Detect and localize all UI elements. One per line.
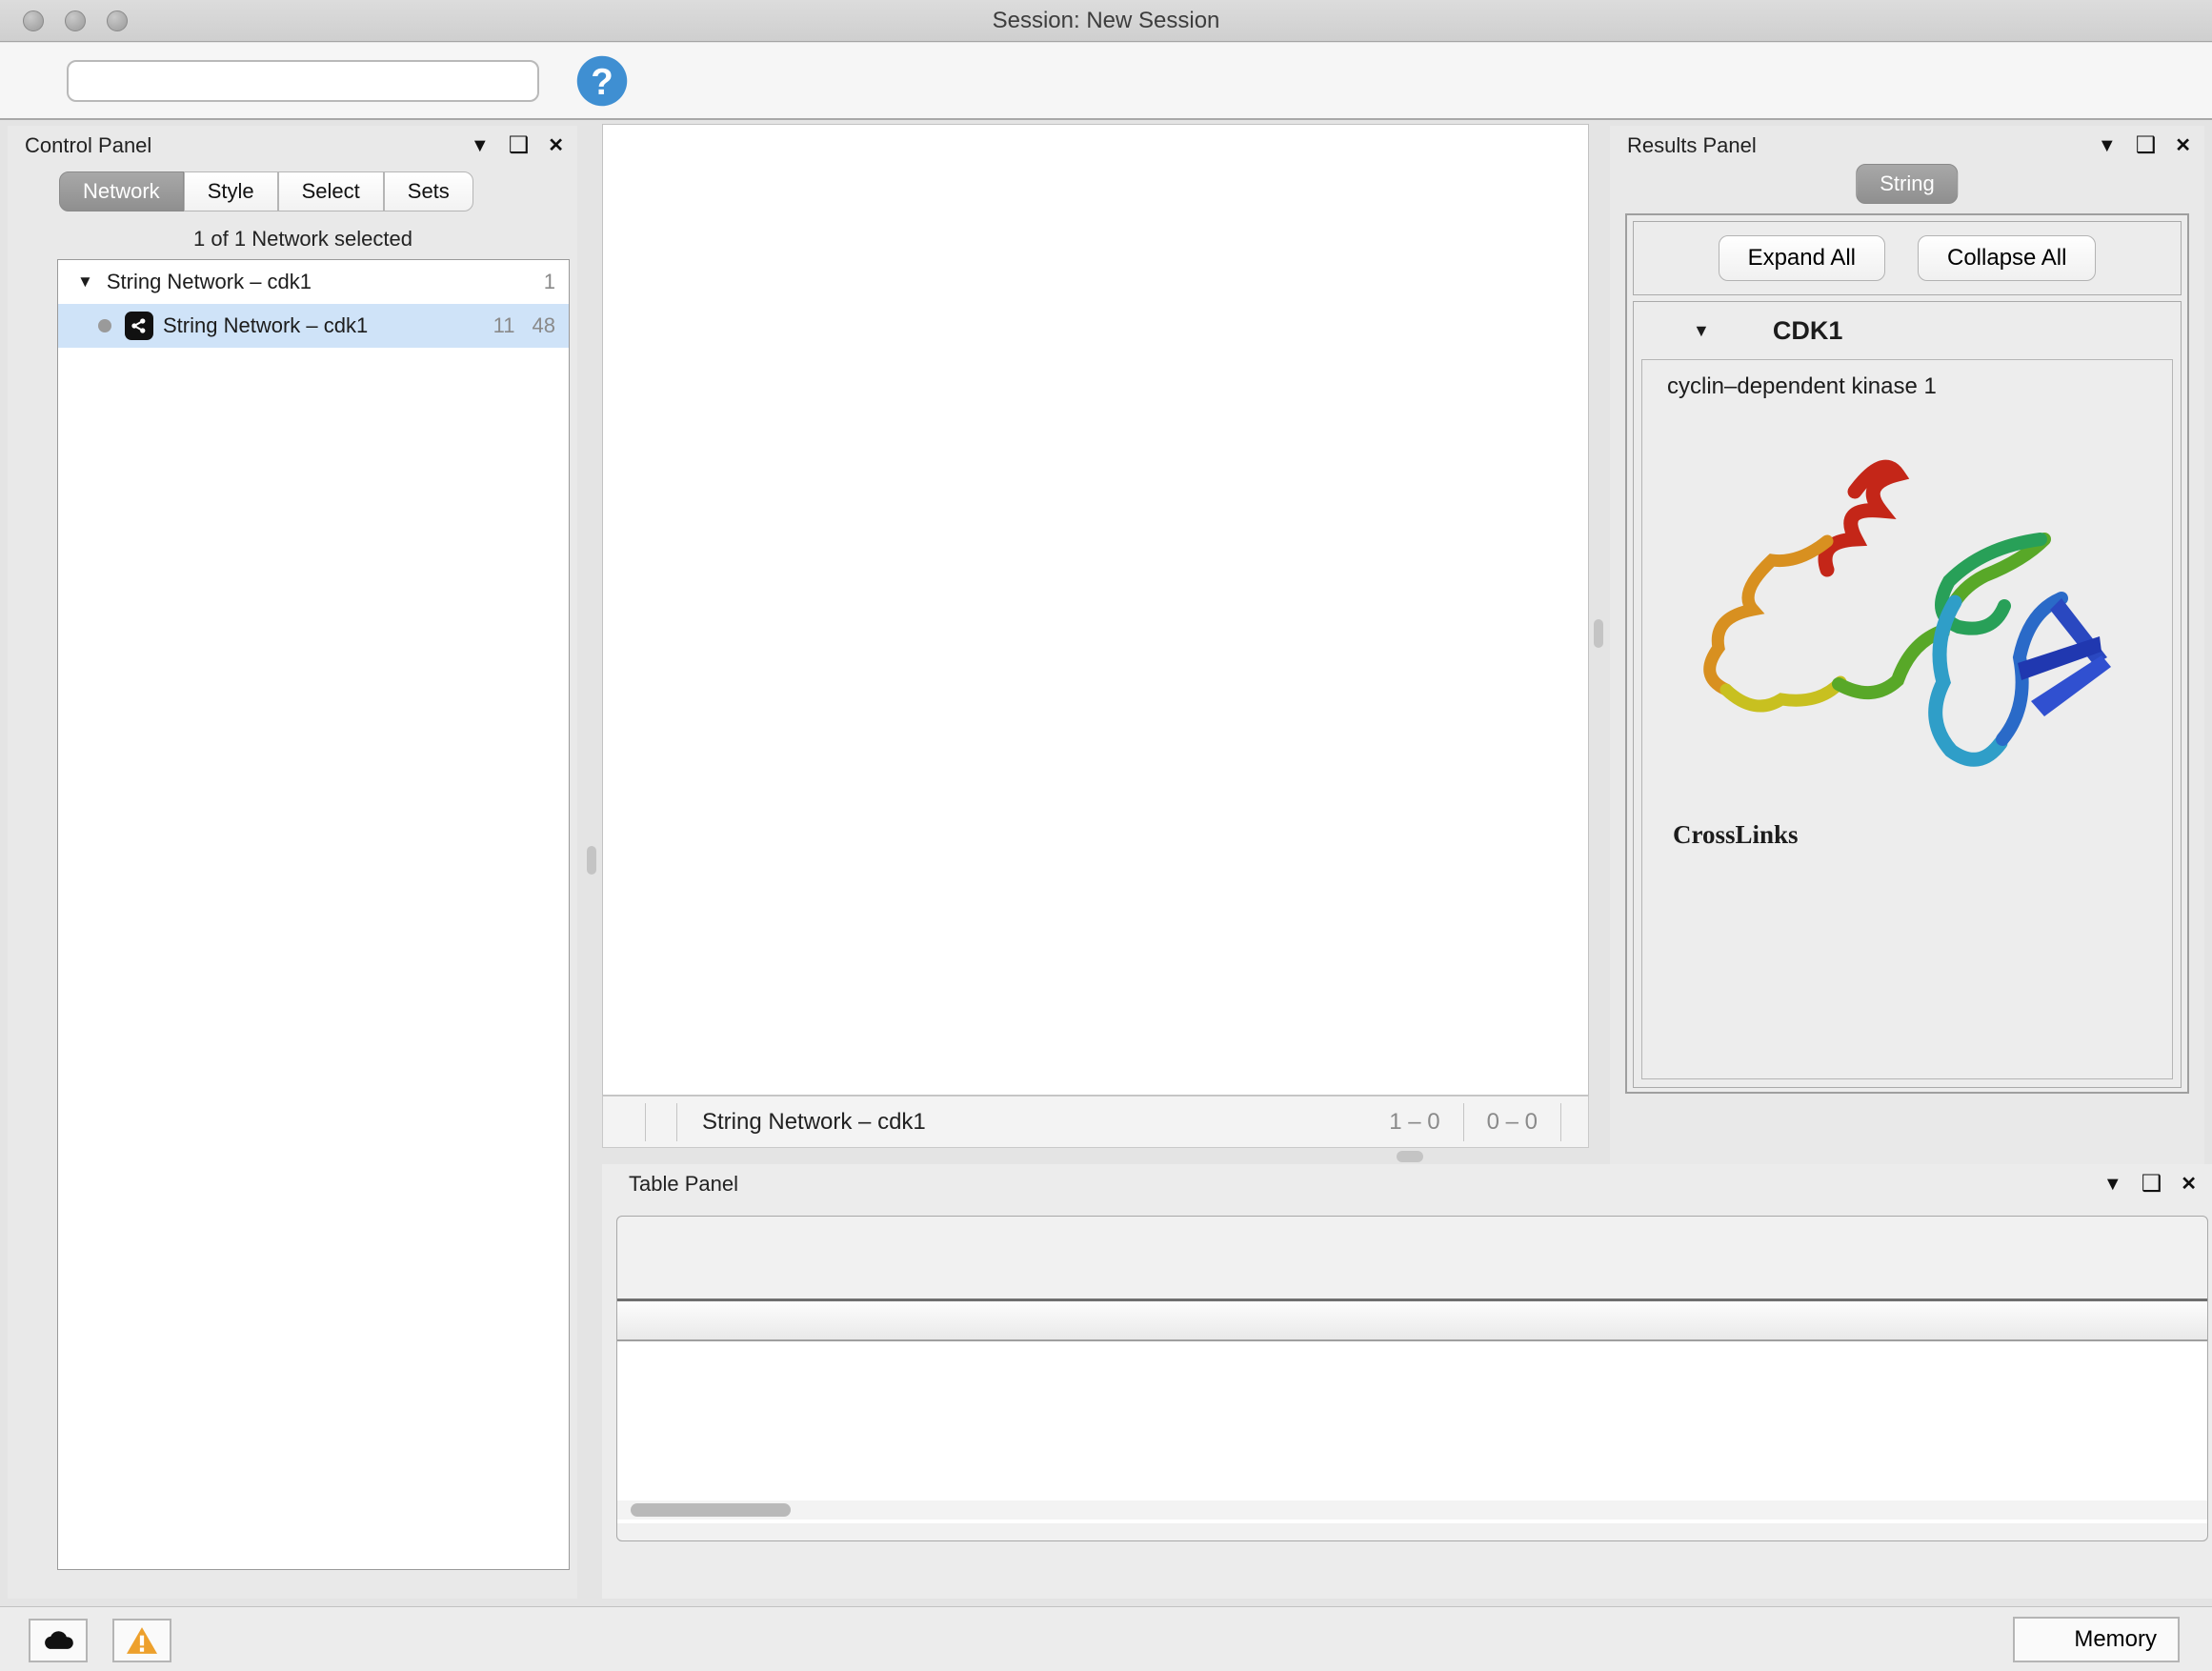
results-panel: Results Panel ▼ ❑ ✕ String Expand All Co… (1610, 126, 2204, 1166)
network-node-count: 11 (493, 313, 515, 338)
table-horizontal-scrollbar[interactable] (617, 1500, 2207, 1520)
tab-string[interactable]: String (1856, 164, 1958, 204)
network-tree: ▼ String Network – cdk1 1 String Network… (57, 259, 570, 1570)
network-row[interactable]: String Network – cdk1 11 48 (58, 304, 569, 348)
network-view-toolbar: String Network – cdk1 1 – 0 0 – 0 (602, 1096, 1589, 1148)
cloud-status-button[interactable] (29, 1619, 88, 1662)
results-panel-title: Results Panel (1627, 133, 1757, 158)
control-panel-float-icon[interactable]: ❑ (509, 134, 530, 157)
memory-label: Memory (2074, 1626, 2157, 1653)
selected-counts: 1 – 0 (1389, 1109, 1439, 1136)
network-edge-count: 48 (533, 313, 555, 338)
control-panel: Control Panel ▼ ❑ ✕ Network Style Select… (8, 126, 577, 1599)
memory-status-dot (2036, 1627, 2061, 1652)
collection-expand-icon[interactable]: ▼ (77, 272, 93, 292)
network-selection-summary: 1 of 1 Network selected (50, 227, 556, 252)
tab-network[interactable]: Network (59, 171, 184, 211)
table-panel-float-icon[interactable]: ❑ (2142, 1173, 2162, 1196)
network-icon (125, 312, 153, 340)
main-toolbar: ? (0, 43, 2212, 120)
crosslinks-section: CrossLinks (1642, 820, 2172, 850)
gene-symbol: CDK1 (1773, 316, 1843, 346)
tab-style[interactable]: Style (184, 171, 278, 211)
zoom-window-button[interactable] (107, 10, 128, 31)
control-panel-tabs: Network Style Select Sets (59, 171, 577, 211)
protein-structure-image (1669, 415, 2117, 796)
collapse-all-button[interactable]: Collapse All (1918, 235, 2096, 281)
hidden-counts: 0 – 0 (1487, 1109, 1538, 1136)
svg-text:?: ? (591, 62, 613, 103)
table-panel-menu-icon[interactable]: ▼ (2103, 1175, 2122, 1194)
string-results-box: Expand All Collapse All ▼ CDK1 cyclin–de… (1625, 213, 2189, 1094)
network-current-dot (98, 319, 111, 332)
tab-sets[interactable]: Sets (384, 171, 473, 211)
expand-all-button[interactable]: Expand All (1719, 235, 1885, 281)
gene-description: cyclin–dependent kinase 1 (1642, 360, 2172, 400)
left-divider-handle[interactable] (587, 846, 596, 875)
network-canvas[interactable] (602, 124, 1589, 1096)
control-panel-menu-icon[interactable]: ▼ (471, 136, 490, 155)
search-input[interactable] (80, 69, 526, 93)
network-label: String Network – cdk1 (163, 313, 368, 338)
window-title: Session: New Session (993, 8, 1220, 34)
table-panel-close-icon[interactable]: ✕ (2181, 1175, 2197, 1194)
table-scroll-thumb[interactable] (631, 1503, 791, 1517)
network-collection-row[interactable]: ▼ String Network – cdk1 1 (58, 260, 569, 304)
help-button[interactable]: ? (575, 54, 629, 108)
results-panel-menu-icon[interactable]: ▼ (2098, 136, 2117, 155)
node-table-box: Node Table Edge Table Network Table (616, 1216, 2208, 1541)
close-window-button[interactable] (23, 10, 44, 31)
search-box[interactable] (67, 60, 539, 102)
collection-label: String Network – cdk1 (107, 270, 312, 294)
warning-button[interactable] (112, 1619, 171, 1662)
status-bar: Memory (0, 1606, 2212, 1671)
crosslinks-heading: CrossLinks (1673, 820, 2172, 850)
results-panel-close-icon[interactable]: ✕ (2175, 136, 2191, 155)
bottom-divider-handle[interactable] (1397, 1151, 1423, 1162)
control-panel-title: Control Panel (25, 133, 151, 158)
table-panel: Table Panel ▼ ❑ ✕ Node Table Edge Table … (602, 1164, 2212, 1599)
table-panel-title: Table Panel (629, 1172, 738, 1197)
table-toolbar (617, 1217, 2207, 1287)
tab-select[interactable]: Select (278, 171, 384, 211)
gene-section: ▼ CDK1 cyclin–dependent kinase 1 (1633, 301, 2182, 1088)
right-divider-handle[interactable] (1594, 619, 1603, 648)
window-controls (23, 10, 128, 31)
collection-count: 1 (544, 270, 555, 294)
control-panel-close-icon[interactable]: ✕ (548, 136, 564, 155)
minimize-window-button[interactable] (65, 10, 86, 31)
app-window: Session: New Session ? Control Panel ▼ ❑… (0, 0, 2212, 1671)
gene-collapse-icon[interactable]: ▼ (1693, 321, 1710, 341)
node-table (617, 1299, 2207, 1523)
title-bar: Session: New Session (0, 0, 2212, 42)
results-panel-float-icon[interactable]: ❑ (2136, 134, 2157, 157)
memory-button[interactable]: Memory (2013, 1617, 2180, 1662)
network-view-title: String Network – cdk1 (702, 1109, 1381, 1136)
